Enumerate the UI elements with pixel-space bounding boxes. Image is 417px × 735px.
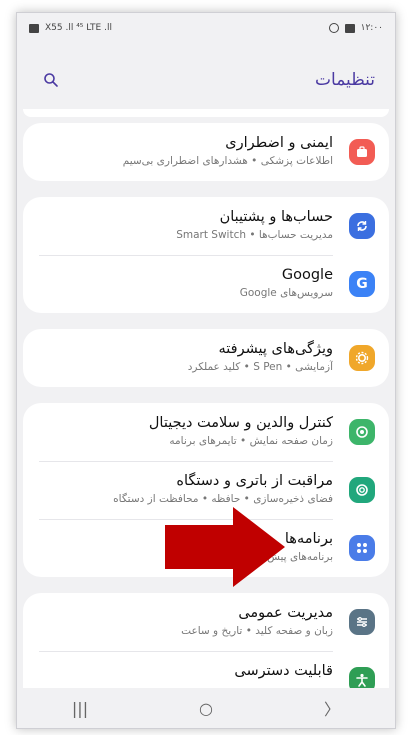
status-bar: X55 .ll ⁴⁵ LTE .ll ۱۲:۰۰ xyxy=(17,13,395,43)
back-button[interactable]: 〉 xyxy=(312,696,352,720)
status-left: X55 .ll ⁴⁵ LTE .ll xyxy=(29,23,112,33)
item-title: کنترل والدین و سلامت دیجیتال xyxy=(148,415,333,431)
item-subtitle: آزمایشی • S Pen • کلید عملکرد xyxy=(187,361,333,373)
status-right: ۱۲:۰۰ xyxy=(328,23,383,33)
item-title: Google xyxy=(281,267,333,283)
device-care-icon xyxy=(349,477,375,503)
general-management-icon xyxy=(349,609,375,635)
emergency-icon xyxy=(349,139,375,165)
item-subtitle: زمان صفحه نمایش • تایمرهای برنامه xyxy=(169,435,333,447)
settings-card-accounts: حساب‌ها و پشتیبان مدیریت حساب‌ها • Smart… xyxy=(23,197,389,313)
digital-wellbeing-icon xyxy=(349,419,375,445)
alarm-icon xyxy=(328,23,339,33)
settings-item-google[interactable]: G Google سرویس‌های Google xyxy=(23,255,389,313)
settings-item-safety[interactable]: ایمنی و اضطراری اطلاعات پزشکی • هشدارهای… xyxy=(23,123,389,181)
settings-card-safety: ایمنی و اضطراری اطلاعات پزشکی • هشدارهای… xyxy=(23,123,389,181)
sync-icon xyxy=(349,213,375,239)
item-title: ویژگی‌های پیشرفته xyxy=(218,341,333,357)
settings-header: تنظیمات xyxy=(17,63,395,97)
google-icon: G xyxy=(349,271,375,297)
signal-text: X55 .ll ⁴⁵ LTE .ll xyxy=(45,23,112,33)
item-subtitle: اطلاعات پزشکی • هشدارهای اضطراری بی‌سیم xyxy=(122,155,333,167)
home-button[interactable]: ○ xyxy=(186,699,226,718)
arrow-shape xyxy=(165,507,285,587)
item-title: مدیریت عمومی xyxy=(238,605,333,621)
image-icon xyxy=(29,23,39,33)
settings-item-advanced-features[interactable]: ویژگی‌های پیشرفته آزمایشی • S Pen • کلید… xyxy=(23,329,389,387)
notification-icon xyxy=(344,23,355,33)
advanced-features-icon xyxy=(349,345,375,371)
settings-card-advanced: ویژگی‌های پیشرفته آزمایشی • S Pen • کلید… xyxy=(23,329,389,387)
apps-icon xyxy=(349,535,375,561)
search-icon xyxy=(44,73,58,87)
item-title: مراقبت از باتری و دستگاه xyxy=(176,473,333,489)
phone-screen: X55 .ll ⁴⁵ LTE .ll ۱۲:۰۰ تنظیمات ایمنی و… xyxy=(16,12,396,729)
search-button[interactable] xyxy=(37,66,65,94)
settings-item-general-management[interactable]: مدیریت عمومی زبان و صفحه کلید • تاریخ و … xyxy=(23,593,389,651)
recents-button[interactable]: ||| xyxy=(60,699,100,718)
item-title: قابلیت دسترسی xyxy=(234,663,333,679)
settings-card-top-remnant xyxy=(23,109,389,117)
item-subtitle: مدیریت حساب‌ها • Smart Switch xyxy=(176,229,333,241)
settings-item-digital-wellbeing[interactable]: کنترل والدین و سلامت دیجیتال زمان صفحه ن… xyxy=(23,403,389,461)
item-subtitle: زبان و صفحه کلید • تاریخ و ساعت xyxy=(181,625,333,637)
settings-item-accounts[interactable]: حساب‌ها و پشتیبان مدیریت حساب‌ها • Smart… xyxy=(23,197,389,255)
navigation-bar: ||| ○ 〉 xyxy=(17,688,395,728)
status-time: ۱۲:۰۰ xyxy=(360,23,383,33)
item-subtitle: سرویس‌های Google xyxy=(239,287,333,299)
item-title: حساب‌ها و پشتیبان xyxy=(219,209,333,225)
red-arrow-annotation xyxy=(165,507,285,587)
item-title: ایمنی و اضطراری xyxy=(225,135,333,151)
page-title: تنظیمات xyxy=(315,70,375,90)
item-subtitle: فضای ذخیره‌سازی • حافظه • محافظت از دستگ… xyxy=(113,493,333,505)
